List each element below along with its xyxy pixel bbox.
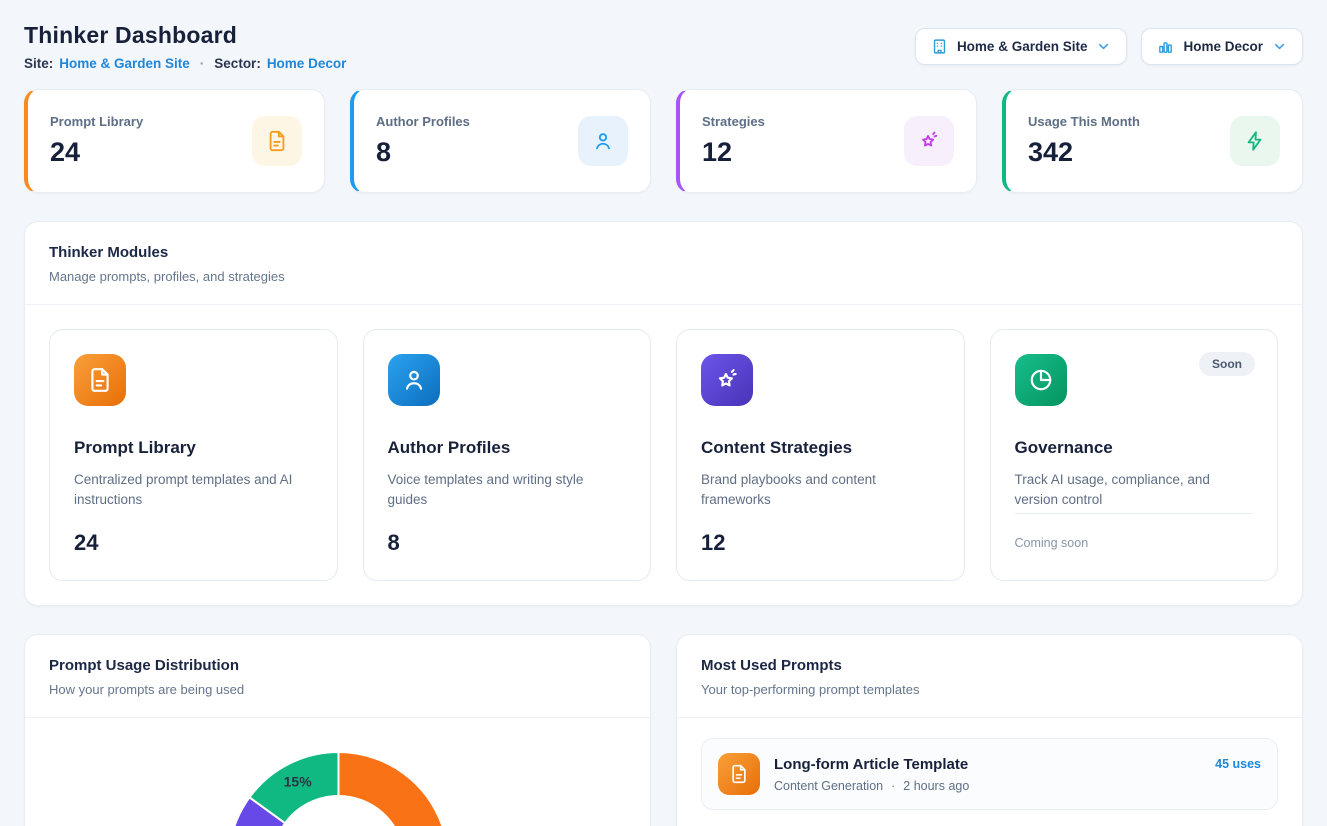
stat-label: Strategies	[702, 114, 765, 129]
usage-panel-subtitle: How your prompts are being used	[49, 682, 626, 697]
stat-label: Usage This Month	[1028, 114, 1140, 129]
modules-panel-header: Thinker Modules Manage prompts, profiles…	[25, 222, 1302, 304]
stat-value: 12	[702, 137, 765, 168]
module-title: Content Strategies	[701, 438, 940, 458]
usage-panel-header: Prompt Usage Distribution How your promp…	[25, 635, 650, 717]
sector-selector-dropdown[interactable]: Home Decor	[1141, 28, 1303, 65]
donut-segment	[339, 752, 449, 826]
usage-panel-title: Prompt Usage Distribution	[49, 657, 626, 674]
stat-text: Strategies 12	[702, 114, 765, 168]
breadcrumb: Site: Home & Garden Site · Sector: Home …	[24, 56, 346, 71]
prompt-item-category: Content Generation	[774, 779, 883, 793]
stat-text: Author Profiles 8	[376, 114, 470, 168]
module-count: 8	[388, 530, 400, 556]
site-label: Site:	[24, 56, 53, 71]
module-count: 24	[74, 530, 98, 556]
user-icon	[388, 354, 440, 406]
stat-card-author-profiles: Author Profiles 8	[350, 89, 651, 193]
module-description: Voice templates and writing style guides	[388, 470, 627, 511]
site-selector-label: Home & Garden Site	[957, 39, 1088, 54]
module-title: Prompt Library	[74, 438, 313, 458]
prompt-usage-panel: Prompt Usage Distribution How your promp…	[24, 634, 651, 826]
page-header: Thinker Dashboard Site: Home & Garden Si…	[24, 22, 1303, 71]
prompt-item-subtitle: Content Generation · 2 hours ago	[774, 779, 1201, 793]
stat-card-strategies: Strategies 12	[676, 89, 977, 193]
modules-grid: Prompt Library Centralized prompt templa…	[49, 329, 1278, 581]
document-icon	[252, 116, 302, 166]
lightning-icon	[1230, 116, 1280, 166]
stats-row: Prompt Library 24 Author Profiles 8 Stra…	[24, 89, 1303, 193]
donut-chart-svg: 15%	[25, 718, 651, 826]
page-title: Thinker Dashboard	[24, 22, 346, 49]
module-card-author-profiles[interactable]: Author Profiles Voice templates and writ…	[363, 329, 652, 581]
donut-segment-label: 15%	[284, 774, 313, 790]
module-description: Brand playbooks and content frameworks	[701, 470, 940, 511]
dot-separator: ·	[891, 779, 895, 793]
prompt-item-main: Long-form Article Template Content Gener…	[774, 756, 1201, 793]
stat-text: Usage This Month 342	[1028, 114, 1140, 168]
most-used-prompts-panel: Most Used Prompts Your top-performing pr…	[676, 634, 1303, 826]
chevron-down-icon	[1096, 39, 1111, 54]
prompt-list-item[interactable]: Long-form Article Template Content Gener…	[701, 738, 1278, 810]
star-sparkle-icon	[904, 116, 954, 166]
building-icon	[931, 38, 948, 55]
sector-selector-label: Home Decor	[1183, 39, 1263, 54]
donut-chart: 15%	[25, 718, 650, 826]
bottom-row: Prompt Usage Distribution How your promp…	[24, 634, 1303, 826]
stat-value: 342	[1028, 137, 1140, 168]
stat-value: 8	[376, 137, 470, 168]
prompts-panel-subtitle: Your top-performing prompt templates	[701, 682, 1278, 697]
prompt-item-uses-badge: 45 uses	[1215, 757, 1261, 771]
prompt-item-title: Long-form Article Template	[774, 756, 1201, 773]
soon-badge: Soon	[1199, 352, 1255, 376]
site-link[interactable]: Home & Garden Site	[59, 56, 190, 71]
dashboard-page: Thinker Dashboard Site: Home & Garden Si…	[0, 0, 1327, 826]
stat-label: Author Profiles	[376, 114, 470, 129]
coming-soon-text: Coming soon	[1015, 536, 1089, 550]
module-title: Author Profiles	[388, 438, 627, 458]
document-icon	[74, 354, 126, 406]
module-card-prompt-library[interactable]: Prompt Library Centralized prompt templa…	[49, 329, 338, 581]
prompts-panel-header: Most Used Prompts Your top-performing pr…	[677, 635, 1302, 717]
bar-chart-icon	[1157, 38, 1174, 55]
stat-text: Prompt Library 24	[50, 114, 143, 168]
stat-label: Prompt Library	[50, 114, 143, 129]
user-icon	[578, 116, 628, 166]
breadcrumb-separator: ·	[196, 56, 209, 71]
stat-value: 24	[50, 137, 143, 168]
modules-panel-title: Thinker Modules	[49, 244, 1278, 261]
module-card-content-strategies[interactable]: Content Strategies Brand playbooks and c…	[676, 329, 965, 581]
module-description: Track AI usage, compliance, and version …	[1015, 470, 1254, 511]
chevron-down-icon	[1272, 39, 1287, 54]
prompt-item-time: 2 hours ago	[903, 779, 969, 793]
modules-panel-body: Prompt Library Centralized prompt templa…	[25, 305, 1302, 605]
stat-card-usage: Usage This Month 342	[1002, 89, 1303, 193]
module-title: Governance	[1015, 438, 1254, 458]
prompts-panel-title: Most Used Prompts	[701, 657, 1278, 674]
prompt-list: Long-form Article Template Content Gener…	[677, 718, 1302, 826]
modules-panel-subtitle: Manage prompts, profiles, and strategies	[49, 269, 1278, 284]
stat-card-prompt-library: Prompt Library 24	[24, 89, 325, 193]
module-count: 12	[701, 530, 725, 556]
divider	[1015, 513, 1254, 514]
sector-label: Sector:	[214, 56, 261, 71]
header-actions: Home & Garden Site Home Decor	[915, 28, 1303, 65]
document-icon	[718, 753, 760, 795]
header-left: Thinker Dashboard Site: Home & Garden Si…	[24, 22, 346, 71]
module-card-governance: Soon Governance Track AI usage, complian…	[990, 329, 1279, 581]
module-description: Centralized prompt templates and AI inst…	[74, 470, 313, 511]
sector-link[interactable]: Home Decor	[267, 56, 347, 71]
thinker-modules-panel: Thinker Modules Manage prompts, profiles…	[24, 221, 1303, 606]
pie-chart-icon	[1015, 354, 1067, 406]
site-selector-dropdown[interactable]: Home & Garden Site	[915, 28, 1128, 65]
star-sparkle-icon	[701, 354, 753, 406]
